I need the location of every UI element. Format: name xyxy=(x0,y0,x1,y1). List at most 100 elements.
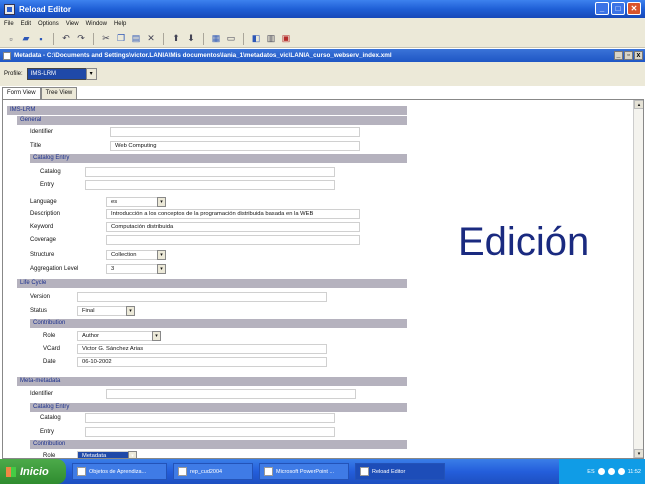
section-catalog-entry: Catalog Entry xyxy=(30,154,407,163)
profile-label: Profile: xyxy=(4,71,23,77)
chevron-down-icon[interactable]: ▾ xyxy=(126,306,135,316)
identifier-input[interactable] xyxy=(110,127,360,137)
start-button[interactable]: Inicio xyxy=(0,459,66,484)
minimize-button[interactable]: _ xyxy=(595,2,609,15)
taskbar-item-powerpoint[interactable]: Microsoft PowerPoint ... xyxy=(259,463,349,480)
menu-file[interactable]: File xyxy=(4,21,14,27)
coverage-input[interactable] xyxy=(106,235,360,245)
paste-icon[interactable]: ▤ xyxy=(131,33,141,44)
chevron-down-icon[interactable]: ▾ xyxy=(152,331,161,341)
keyword-input[interactable]: Computación distribuida xyxy=(106,222,360,232)
move-up-icon[interactable]: ⬆ xyxy=(171,33,181,44)
identifier-label: Identifier xyxy=(30,129,54,135)
profile-value: IMS-LRM xyxy=(30,71,57,77)
section-meta-contribution: Contribution xyxy=(30,440,407,449)
doc-minimize-button[interactable]: _ xyxy=(614,51,623,60)
vcard-input[interactable]: Victor G. Sánchez Arias xyxy=(77,344,327,354)
catalog-label: Catalog xyxy=(40,169,61,175)
taskbar-item-folder[interactable]: rep_cud2004 xyxy=(173,463,253,480)
menu-help[interactable]: Help xyxy=(114,21,126,27)
scroll-down-icon[interactable]: ▾ xyxy=(634,449,643,458)
structure-select[interactable]: Collection ▾ xyxy=(106,250,166,260)
date-label: Date xyxy=(43,359,56,365)
new-file-icon[interactable]: ▫ xyxy=(6,33,16,44)
taskbar-item-label: Microsoft PowerPoint ... xyxy=(276,468,335,475)
menu-window[interactable]: Window xyxy=(86,21,107,27)
tab-tree-view[interactable]: Tree View xyxy=(40,87,78,99)
role-select[interactable]: Author ▾ xyxy=(77,331,161,341)
role-value: Author xyxy=(82,333,100,339)
meta-catalog-input[interactable] xyxy=(85,413,335,423)
doc-restore-button[interactable]: ▫ xyxy=(624,51,633,60)
language-indicator[interactable]: ES xyxy=(587,469,594,475)
menu-bar: File Edit Options View Window Help xyxy=(0,18,645,30)
description-label: Description xyxy=(30,211,61,217)
aggregation-level-select[interactable]: 3 ▾ xyxy=(106,264,166,274)
language-select[interactable]: es ▾ xyxy=(106,197,166,207)
tab-form-view[interactable]: Form View xyxy=(2,87,41,99)
reload-app-icon xyxy=(4,3,15,15)
export-icon[interactable]: ▥ xyxy=(266,33,276,44)
redo-icon[interactable]: ↷ xyxy=(76,33,86,44)
language-label: Language xyxy=(30,199,57,205)
toolbar-separator xyxy=(203,32,204,45)
move-down-icon[interactable]: ⬇ xyxy=(186,33,196,44)
taskbar-item-objetos[interactable]: Objetos de Aprendiza... xyxy=(72,463,167,480)
profile-select[interactable]: IMS-LRM ▾ xyxy=(26,68,97,80)
coverage-label: Coverage xyxy=(30,237,57,243)
meta-entry-label: Entry xyxy=(40,429,55,435)
role-label: Role xyxy=(43,333,56,339)
chevron-down-icon[interactable]: ▾ xyxy=(85,68,97,80)
toolbar-separator xyxy=(93,32,94,45)
date-input[interactable]: 06-10-2002 xyxy=(77,357,327,367)
document-icon xyxy=(3,51,11,60)
preview-icon[interactable]: ▭ xyxy=(226,33,236,44)
copy-icon[interactable]: ❐ xyxy=(116,33,126,44)
chevron-down-icon[interactable]: ▾ xyxy=(157,264,166,274)
description-input[interactable]: Introducción a los conceptos de la progr… xyxy=(106,209,360,219)
aggregation-level-value: 3 xyxy=(111,266,115,272)
volume-icon[interactable] xyxy=(607,468,615,475)
security-icon[interactable] xyxy=(617,468,625,475)
catalog-input[interactable] xyxy=(85,167,335,177)
meta-identifier-input[interactable] xyxy=(106,389,356,399)
menu-options[interactable]: Options xyxy=(38,21,59,27)
entry-input[interactable] xyxy=(85,180,335,190)
chevron-down-icon[interactable]: ▾ xyxy=(157,250,166,260)
network-icon[interactable] xyxy=(597,468,605,475)
taskbar-item-label: rep_cud2004 xyxy=(190,468,223,475)
document-window-controls: _ ▫ x xyxy=(614,51,643,60)
menu-view[interactable]: View xyxy=(66,21,79,27)
app-title: Reload Editor xyxy=(19,4,72,14)
scroll-up-icon[interactable]: ▴ xyxy=(634,100,643,109)
menu-edit[interactable]: Edit xyxy=(21,21,31,27)
taskbar-item-label: Reload Editor xyxy=(372,468,406,475)
version-input[interactable] xyxy=(77,292,327,302)
metadata-form: IMS-LRM General Identifier Title Web Com… xyxy=(2,99,644,459)
delete-icon[interactable]: ✕ xyxy=(146,33,156,44)
meta-role-select[interactable]: Metadata ▾ xyxy=(77,451,137,458)
vertical-scrollbar[interactable]: ▴ ▾ xyxy=(633,100,643,458)
cut-icon[interactable]: ✂ xyxy=(101,33,111,44)
system-tray: ES 11:52 xyxy=(559,459,645,484)
chevron-down-icon[interactable]: ▾ xyxy=(157,197,166,207)
taskbar-item-reload[interactable]: Reload Editor xyxy=(355,463,445,480)
profile-bar: Profile: IMS-LRM ▾ xyxy=(0,62,645,86)
status-select[interactable]: Final ▾ xyxy=(77,306,135,316)
structure-value: Collection xyxy=(111,252,137,258)
close-button[interactable]: ✕ xyxy=(627,2,641,15)
section-meta-metadata: Meta-metadata xyxy=(17,377,407,386)
doc-close-button[interactable]: x xyxy=(634,51,643,60)
toolbar-separator xyxy=(53,32,54,45)
chevron-down-icon[interactable]: ▾ xyxy=(128,451,137,458)
import-icon[interactable]: ◧ xyxy=(251,33,261,44)
maximize-button[interactable]: □ xyxy=(611,2,625,15)
package-icon[interactable]: ▣ xyxy=(281,33,291,44)
open-folder-icon[interactable]: ▰ xyxy=(21,33,31,44)
manifest-icon[interactable]: ▦ xyxy=(211,33,221,44)
undo-icon[interactable]: ↶ xyxy=(61,33,71,44)
title-input[interactable]: Web Computing xyxy=(110,141,360,151)
save-icon[interactable]: ▪ xyxy=(36,33,46,44)
section-meta-catalog-entry: Catalog Entry xyxy=(30,403,407,412)
meta-entry-input[interactable] xyxy=(85,427,335,437)
